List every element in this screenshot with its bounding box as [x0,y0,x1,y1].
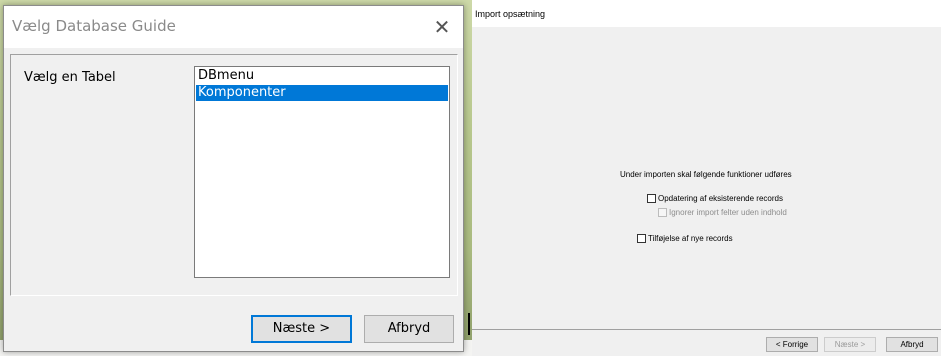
import-cancel-button[interactable]: Afbryd [886,337,938,352]
select-database-dialog: Vælg Database Guide ✕ Vælg en Tabel DBme… [3,5,464,352]
background-divider [468,313,470,335]
option-update-existing[interactable]: Opdatering af eksisterende records [647,192,783,204]
update-existing-checkbox[interactable] [647,193,656,203]
table-select-label: Vælg en Tabel [24,70,116,85]
import-header: Import opsætning [472,0,941,27]
next-button-disabled: Næste > [824,337,876,352]
close-icon[interactable]: ✕ [427,12,457,42]
list-item-komponenter[interactable]: Komponenter [196,85,448,101]
import-options-heading: Under importen skal følgende funktioner … [620,170,792,179]
list-item-dbmenu[interactable]: DBmenu [196,68,448,84]
add-new-label: Tilføjelse af nye records [648,233,733,243]
import-setup-panel: Import opsætning Under importen skal føl… [472,0,941,356]
ignore-empty-checkbox [658,207,667,217]
previous-button[interactable]: < Forrige [766,337,818,352]
import-options-area: Under importen skal følgende funktioner … [472,27,941,329]
dialog-titlebar: Vælg Database Guide ✕ [4,6,463,48]
import-title: Import opsætning [475,9,546,19]
option-add-new[interactable]: Tilføjelse af nye records [637,232,733,244]
option-ignore-empty: Ignorer import felter uden indhold [658,206,787,218]
table-listbox[interactable]: DBmenu Komponenter [194,66,450,278]
cancel-button[interactable]: Afbryd [364,315,454,343]
import-footer: < Forrige Næste > Afbryd [472,330,941,356]
dialog-body: Vælg en Tabel DBmenu Komponenter [4,48,463,300]
add-new-checkbox[interactable] [637,233,646,243]
update-existing-label: Opdatering af eksisterende records [658,193,783,203]
next-button[interactable]: Næste > [251,315,352,343]
dialog-button-bar: Næste > Afbryd [4,300,463,351]
dialog-title: Vælg Database Guide [12,17,176,35]
ignore-empty-label: Ignorer import felter uden indhold [669,207,787,217]
